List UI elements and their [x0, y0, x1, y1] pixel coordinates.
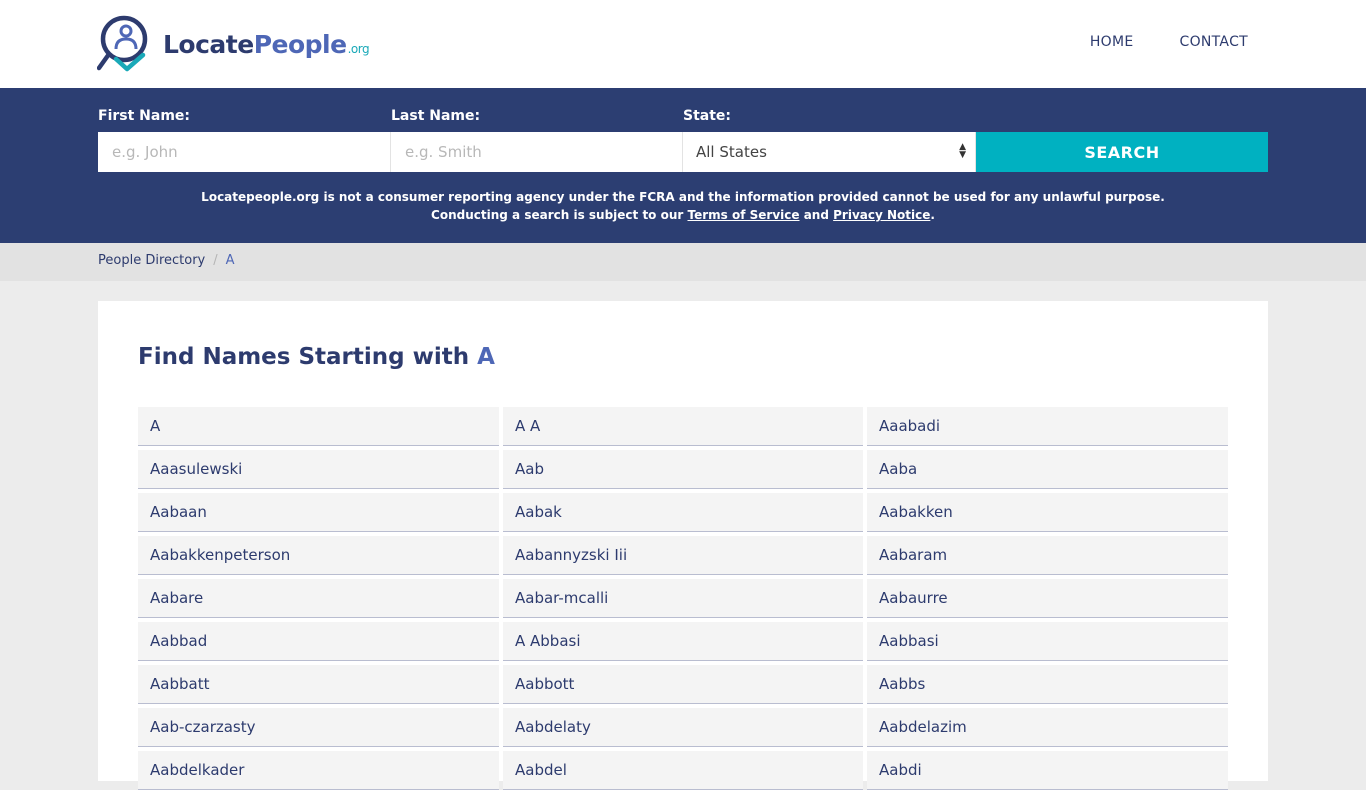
- names-grid: AA A Aaabadi Aaasulewski Aab Aaba Aabaan Aabak…: [138, 407, 1228, 790]
- privacy-notice-link[interactable]: Privacy Notice: [833, 208, 930, 222]
- disclaimer-prefix: Conducting a search is subject to our: [431, 208, 684, 222]
- disclaimer-line-1: Locatepeople.org is not a consumer repor…: [201, 190, 1165, 204]
- state-label: State:: [683, 108, 732, 124]
- name-link[interactable]: A: [138, 407, 499, 446]
- name-link[interactable]: Aabare: [138, 579, 499, 618]
- page-title: Find Names Starting with A: [138, 344, 495, 370]
- disclaimer-and: and: [803, 208, 829, 222]
- name-link[interactable]: Aabbs: [867, 665, 1228, 704]
- fcra-disclaimer: Locatepeople.org is not a consumer repor…: [0, 188, 1366, 224]
- state-select-value: All States: [696, 143, 767, 161]
- name-link[interactable]: Aabakken: [867, 493, 1228, 532]
- main-nav: HOME CONTACT: [1090, 34, 1248, 50]
- name-link[interactable]: Aabak: [503, 493, 863, 532]
- page-title-letter: A: [477, 344, 495, 370]
- logo-locate-text: Locate: [163, 29, 254, 59]
- name-link[interactable]: A A: [503, 407, 863, 446]
- names-card: Find Names Starting with A AA A Aaabadi Aa…: [98, 301, 1268, 790]
- first-name-label: First Name:: [98, 108, 191, 124]
- nav-home-link[interactable]: HOME: [1090, 34, 1134, 50]
- name-link[interactable]: Aaasulewski: [138, 450, 499, 489]
- logo-wordmark: Locate People .org: [163, 29, 370, 59]
- name-link[interactable]: Aabdel: [503, 751, 863, 790]
- name-link[interactable]: A Abbasi: [503, 622, 863, 661]
- location-pin-person-icon: [97, 15, 148, 72]
- name-link[interactable]: Aabakkenpeterson: [138, 536, 499, 575]
- name-link[interactable]: Aabdelazim: [867, 708, 1228, 747]
- name-link[interactable]: Aabbad: [138, 622, 499, 661]
- search-button[interactable]: SEARCH: [976, 132, 1268, 172]
- name-link[interactable]: Aab: [503, 450, 863, 489]
- name-link[interactable]: Aabdelkader: [138, 751, 499, 790]
- name-link[interactable]: Aabaan: [138, 493, 499, 532]
- breadcrumb-people-directory[interactable]: People Directory: [98, 253, 205, 268]
- logo-org-text: .org: [347, 41, 370, 56]
- name-link[interactable]: Aabbatt: [138, 665, 499, 704]
- name-link[interactable]: Aabbasi: [867, 622, 1228, 661]
- name-link[interactable]: Aabdi: [867, 751, 1228, 790]
- name-link[interactable]: Aaba: [867, 450, 1228, 489]
- name-link[interactable]: Aab-czarzasty: [138, 708, 499, 747]
- last-name-label: Last Name:: [391, 108, 481, 124]
- logo-people-text: People: [253, 29, 347, 59]
- name-link[interactable]: Aabar-mcalli: [503, 579, 863, 618]
- last-name-input[interactable]: [391, 132, 683, 172]
- name-link[interactable]: Aabannyzski Iii: [503, 536, 863, 575]
- name-link[interactable]: Aabaram: [867, 536, 1228, 575]
- nav-contact-link[interactable]: CONTACT: [1180, 34, 1249, 50]
- terms-of-service-link[interactable]: Terms of Service: [688, 208, 800, 222]
- breadcrumb-separator: /: [213, 253, 218, 268]
- name-link[interactable]: Aabdelaty: [503, 708, 863, 747]
- select-updown-icon: ▲ ▼: [959, 142, 966, 160]
- first-name-input[interactable]: [98, 132, 391, 172]
- search-form: First Name: Last Name: State: All States…: [0, 88, 1366, 243]
- name-link[interactable]: Aabaurre: [867, 579, 1228, 618]
- disclaimer-period: .: [930, 208, 935, 222]
- name-link[interactable]: Aaabadi: [867, 407, 1228, 446]
- site-header: Locate People .org HOME CONTACT: [0, 0, 1366, 88]
- state-select[interactable]: All States ▲ ▼: [683, 132, 976, 172]
- site-logo[interactable]: Locate People .org: [97, 14, 370, 74]
- breadcrumb-current: A: [225, 253, 235, 268]
- name-link[interactable]: Aabbott: [503, 665, 863, 704]
- disclaimer-line-2: Conducting a search is subject to our Te…: [0, 206, 1366, 224]
- page-title-prefix: Find Names Starting with: [138, 344, 470, 370]
- breadcrumb: People Directory / A: [0, 243, 1366, 281]
